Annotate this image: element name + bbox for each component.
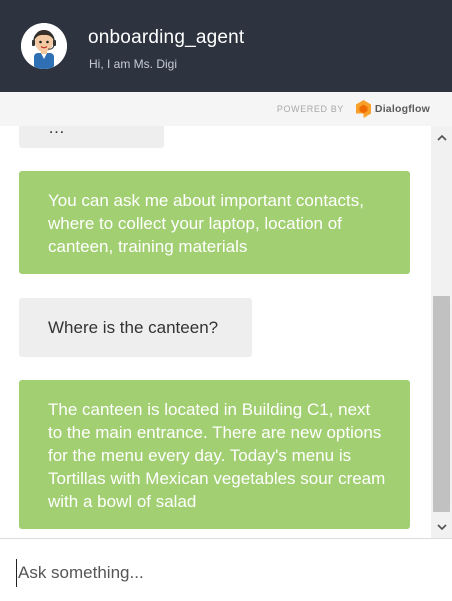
chat-scrollbar[interactable] xyxy=(431,126,452,538)
powered-by-label: POWERED BY xyxy=(276,104,344,114)
agent-name: onboarding_agent xyxy=(88,27,245,48)
user-message: … xyxy=(19,126,164,148)
scroll-down-arrow-icon[interactable] xyxy=(431,518,452,536)
bot-message: You can ask me about important contacts,… xyxy=(19,171,410,274)
message-list[interactable]: … You can ask me about important contact… xyxy=(0,126,431,538)
message-text: … xyxy=(48,126,65,137)
dialogflow-logo-icon[interactable] xyxy=(355,100,371,118)
powered-by-bar: POWERED BY Dialogflow xyxy=(0,92,452,126)
agent-avatar xyxy=(21,23,67,69)
dialogflow-brand-name[interactable]: Dialogflow xyxy=(375,103,430,115)
user-message: Where is the canteen? xyxy=(19,298,252,357)
scrollbar-thumb[interactable] xyxy=(433,296,450,512)
message-text: Where is the canteen? xyxy=(48,318,219,337)
scroll-up-arrow-icon[interactable] xyxy=(431,128,452,146)
agent-subtitle: Hi, I am Ms. Digi xyxy=(89,57,178,71)
bot-message: The canteen is located in Building C1, n… xyxy=(19,380,410,529)
ask-input[interactable] xyxy=(16,559,436,587)
message-text: The canteen is located in Building C1, n… xyxy=(48,400,386,511)
message-text: You can ask me about important contacts,… xyxy=(48,191,364,256)
agent-avatar-icon xyxy=(21,23,67,69)
chat-header: onboarding_agent Hi, I am Ms. Digi xyxy=(0,0,452,92)
message-input-area xyxy=(0,538,452,601)
